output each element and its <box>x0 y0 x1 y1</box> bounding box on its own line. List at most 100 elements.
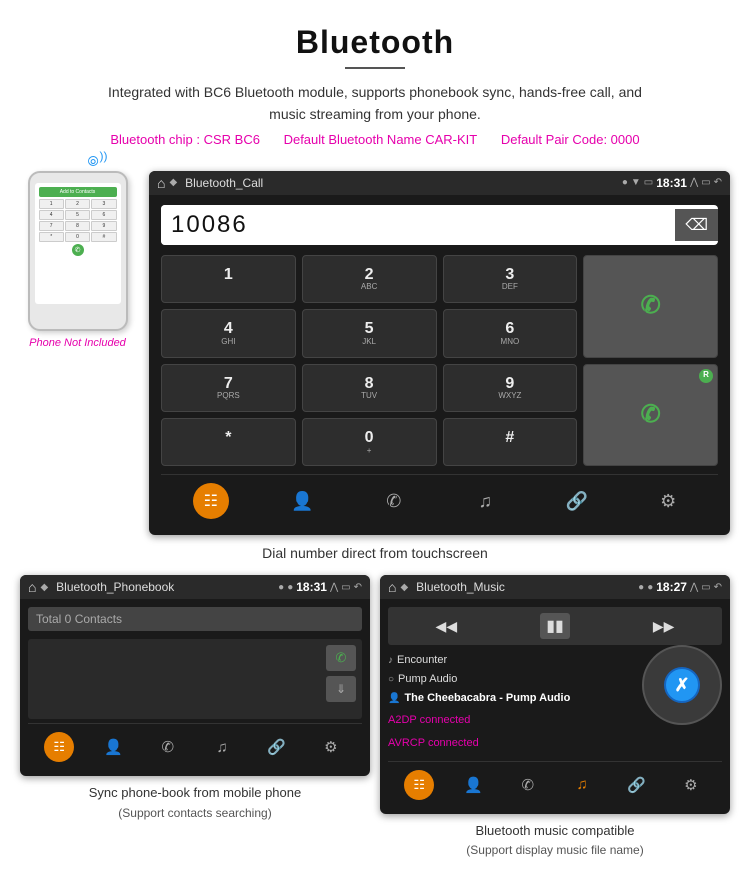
music-user-icon-3: 👤 <box>388 690 400 707</box>
phone-screen: Add to Contacts 1 2 3 4 5 6 7 8 9 * 0 # <box>35 183 121 304</box>
dial-input-row: 10086 ⌫ <box>161 205 718 245</box>
phonebook-search-placeholder: Total 0 Contacts <box>36 612 122 626</box>
music-avrcp-status: AVRCP connected <box>388 734 632 753</box>
phone-key-7: 7 <box>39 221 64 231</box>
dial-key-3[interactable]: 3DEF <box>443 255 578 303</box>
phone-key-hash: # <box>91 232 116 242</box>
dial-caption: Dial number direct from touchscreen <box>0 545 750 561</box>
dial-link-icon[interactable]: 🔗 <box>559 483 595 519</box>
pb-music-icon[interactable]: ♫ <box>207 732 237 762</box>
music-track-2: ○ Pump Audio <box>388 670 632 689</box>
dial-number-display: 10086 <box>161 205 675 245</box>
dial-phone-icon[interactable]: ✆ <box>376 483 412 519</box>
mu-dot2-icon: ● <box>647 582 653 593</box>
dial-statusbar: ⌂ ◆ Bluetooth_Call ● ▼ ▭ 18:31 ⋀ ▭ ↶ <box>149 171 730 195</box>
dial-music-icon[interactable]: ♫ <box>467 483 503 519</box>
music-controls: ◀◀ ▮▮ ▶▶ <box>388 607 722 645</box>
main-screen-row: ⦾ )) Add to Contacts 1 2 3 4 5 6 7 8 9 <box>0 171 750 536</box>
phone-key-0: 0 <box>65 232 90 242</box>
dial-key-8[interactable]: 8TUV <box>302 364 437 412</box>
dial-key-hash[interactable]: # <box>443 418 578 466</box>
title-divider <box>345 67 405 69</box>
pb-phone-icon[interactable]: ✆ <box>153 732 183 762</box>
dial-settings-icon[interactable]: ⚙ <box>650 483 686 519</box>
pb-back-icon: ↶ <box>354 582 362 593</box>
spec-chip: Bluetooth chip : CSR BC6 <box>110 132 260 147</box>
dial-key-0[interactable]: 0+ <box>302 418 437 466</box>
music-track-name-2: Pump Audio <box>398 670 457 689</box>
pb-home-icon: ⌂ <box>28 579 36 595</box>
pb-mic-icon: ◆ <box>40 582 48 593</box>
expand-icon: ⋀ <box>690 177 698 188</box>
mu-link-icon[interactable]: 🔗 <box>621 770 651 800</box>
phonebook-statusbar: ⌂ ◆ Bluetooth_Phonebook ● ● 18:31 ⋀ ▭ ↶ <box>20 575 370 599</box>
dial-contacts-icon[interactable]: 👤 <box>284 483 320 519</box>
wifi-icon: ● <box>622 177 628 188</box>
music-pause-button[interactable]: ▮▮ <box>540 613 570 639</box>
dial-key-1[interactable]: 1 <box>161 255 296 303</box>
mu-dialpad-button[interactable]: ☷ <box>404 770 434 800</box>
mu-settings-icon[interactable]: ⚙ <box>676 770 706 800</box>
pb-dot1-icon: ● <box>278 582 284 593</box>
mu-contacts-icon[interactable]: 👤 <box>458 770 488 800</box>
mu-window-icon: ▭ <box>701 582 710 593</box>
phone-screen-header: Add to Contacts <box>39 187 117 197</box>
phonebook-btn-group: ✆ ⇓ <box>326 645 356 702</box>
music-prev-button[interactable]: ◀◀ <box>436 618 458 635</box>
dial-key-star[interactable]: * <box>161 418 296 466</box>
bluetooth-waves-icon: )) <box>100 149 108 163</box>
dial-call-button[interactable]: ✆ <box>583 255 718 358</box>
music-track-3: 👤 The Cheebacabra - Pump Audio <box>388 689 632 708</box>
phone-container: ⦾ )) Add to Contacts 1 2 3 4 5 6 7 8 9 <box>20 171 135 349</box>
music-disc: ✗ <box>642 645 722 725</box>
music-track-1: ♪ Encounter <box>388 651 632 670</box>
music-track-list: ✗ ♪ Encounter ○ Pump Audio 👤 The Cheebac… <box>388 651 722 752</box>
dial-key-4[interactable]: 4GHI <box>161 309 296 357</box>
back-icon: ↶ <box>714 177 722 188</box>
phone-image: Add to Contacts 1 2 3 4 5 6 7 8 9 * 0 # <box>28 171 128 331</box>
phone-key-6: 6 <box>91 210 116 220</box>
pb-dialpad-button[interactable]: ☷ <box>44 732 74 762</box>
bottom-row: ⌂ ◆ Bluetooth_Phonebook ● ● 18:31 ⋀ ▭ ↶ … <box>0 575 750 859</box>
dial-bottombar: ☷ 👤 ✆ ♫ 🔗 ⚙ <box>161 474 718 525</box>
mu-mic-icon: ◆ <box>400 582 408 593</box>
phone-key-3: 3 <box>91 199 116 209</box>
dial-screen: ⌂ ◆ Bluetooth_Call ● ▼ ▭ 18:31 ⋀ ▭ ↶ 100… <box>149 171 730 536</box>
pb-time: 18:31 <box>296 580 327 594</box>
mu-expand-icon: ⋀ <box>690 582 698 593</box>
dial-redial-button[interactable]: ✆ R <box>583 364 718 467</box>
window-icon: ▭ <box>701 177 710 188</box>
music-item: ⌂ ◆ Bluetooth_Music ● ● 18:27 ⋀ ▭ ↶ ◀◀ ▮… <box>380 575 730 859</box>
phonebook-call-button[interactable]: ✆ <box>326 645 356 671</box>
home-icon: ⌂ <box>157 175 165 191</box>
pb-window-icon: ▭ <box>341 582 350 593</box>
dial-key-2[interactable]: 2ABC <box>302 255 437 303</box>
pb-dot2-icon: ● <box>287 582 293 593</box>
phonebook-item: ⌂ ◆ Bluetooth_Phonebook ● ● 18:31 ⋀ ▭ ↶ … <box>20 575 370 859</box>
phone-key-8: 8 <box>65 221 90 231</box>
phonebook-content: Total 0 Contacts ✆ ⇓ ☷ 👤 ✆ ♫ 🔗 ⚙ <box>20 599 370 776</box>
dial-backspace-button[interactable]: ⌫ <box>675 209 718 241</box>
dial-key-9[interactable]: 9WXYZ <box>443 364 578 412</box>
pb-status-icons: ● ● 18:31 ⋀ ▭ ↶ <box>278 580 362 594</box>
mu-back-icon: ↶ <box>714 582 722 593</box>
mu-music-icon[interactable]: ♫ <box>567 770 597 800</box>
phone-key-2: 2 <box>65 199 90 209</box>
pb-settings-icon[interactable]: ⚙ <box>316 732 346 762</box>
mu-dot1-icon: ● <box>638 582 644 593</box>
phonebook-download-button[interactable]: ⇓ <box>326 676 356 702</box>
dial-key-5[interactable]: 5JKL <box>302 309 437 357</box>
dial-key-6[interactable]: 6MNO <box>443 309 578 357</box>
pb-link-icon[interactable]: 🔗 <box>261 732 291 762</box>
recall-badge: R <box>699 369 713 383</box>
music-next-button[interactable]: ▶▶ <box>653 618 675 635</box>
pb-contacts-icon[interactable]: 👤 <box>98 732 128 762</box>
mu-phone-icon[interactable]: ✆ <box>513 770 543 800</box>
page-title: Bluetooth <box>40 24 710 61</box>
dial-dialpad-button[interactable]: ☷ <box>193 483 229 519</box>
phone-key-9: 9 <box>91 221 116 231</box>
dial-key-7[interactable]: 7PQRS <box>161 364 296 412</box>
phonebook-area: ✆ ⇓ <box>28 639 362 719</box>
phonebook-search[interactable]: Total 0 Contacts <box>28 607 362 631</box>
statusbar-time: 18:31 <box>656 176 687 190</box>
